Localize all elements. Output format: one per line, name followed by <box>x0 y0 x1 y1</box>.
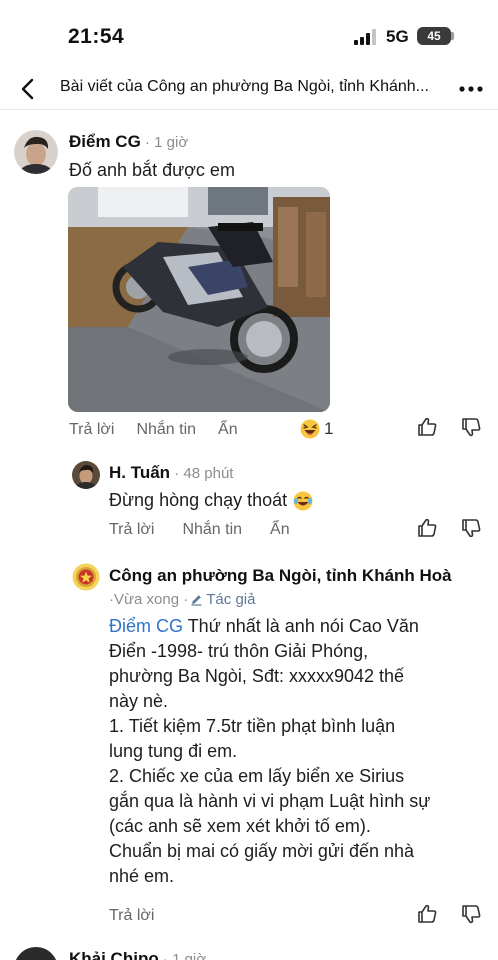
comment-author[interactable]: Điểm CG · 1 giờ <box>69 132 188 152</box>
comment-actions: Trả lời Nhắn tin Ẩn <box>69 421 238 439</box>
status-time: 21:54 <box>68 25 125 48</box>
comment-line: lung tung đi em. <box>109 741 238 761</box>
motorbike-photo <box>68 187 330 412</box>
user-photo <box>72 461 100 489</box>
comment-time: 1 giờ <box>154 134 189 151</box>
user-photo <box>14 130 58 174</box>
comment-author[interactable]: Công an phường Ba Ngòi, tỉnh Khánh Hoà <box>109 566 452 586</box>
dislike-icon[interactable] <box>460 517 482 539</box>
comment-actions: Trả lời <box>109 907 154 925</box>
comment-line: gắn qua là hành vi vi phạm Luật hình sự <box>109 791 431 811</box>
status-bar: 21:54 5G 45 <box>0 0 498 70</box>
comment-line: này nè. <box>109 691 169 711</box>
page-avatar[interactable] <box>72 563 100 591</box>
pencil-icon <box>191 595 202 606</box>
signal-icon <box>354 29 376 45</box>
hide-button[interactable]: Ẩn <box>270 521 290 539</box>
reply-button[interactable]: Trả lời <box>69 421 114 439</box>
meta-separator: · <box>158 951 173 960</box>
reaction-summary[interactable]: 1 <box>300 419 333 439</box>
reply-button[interactable]: Trả lời <box>109 521 154 539</box>
message-button[interactable]: Nhắn tin <box>136 421 196 439</box>
author-name[interactable]: Điểm CG <box>69 132 141 151</box>
police-emblem-icon <box>72 563 100 591</box>
like-icon[interactable] <box>416 416 438 438</box>
avatar[interactable] <box>72 461 100 489</box>
hide-button[interactable]: Ẩn <box>218 421 238 439</box>
comment-line: 1. Tiết kiệm 7.5tr tiền phạt bình luận <box>109 716 396 736</box>
comment-author[interactable]: H. Tuấn · 48 phút <box>109 463 233 483</box>
comment-time: Vừa xong <box>114 591 180 608</box>
meta-separator: · <box>170 465 184 482</box>
reply-button[interactable]: Trả lời <box>109 907 154 925</box>
comment-author[interactable]: Khải Chipo · 1 giờ <box>69 949 206 960</box>
comment-text: Đố anh bắt được em <box>69 160 235 180</box>
avatar[interactable] <box>14 130 58 174</box>
user-photo <box>14 947 58 960</box>
post-header: Bài viết của Công an phường Ba Ngòi, tỉn… <box>0 70 498 110</box>
comment-line: Điểm CG Thứ nhất là anh nói Cao Văn <box>109 614 430 639</box>
like-icon[interactable] <box>416 517 438 539</box>
comment-actions: Trả lời Nhắn tin Ẩn <box>109 521 290 539</box>
comment-line: (các anh sẽ xem xét khởi tố em). <box>109 816 371 836</box>
page-title: Bài viết của Công an phường Ba Ngòi, tỉn… <box>60 78 429 95</box>
avatar[interactable] <box>14 947 58 960</box>
battery-icon: 45 <box>417 27 451 45</box>
comment-text: Đừng hòng chạy thoát <box>109 490 288 510</box>
like-icon[interactable] <box>416 903 438 925</box>
author-name[interactable]: H. Tuấn <box>109 463 170 482</box>
comment-photo-motorbike[interactable] <box>68 187 330 412</box>
reaction-count: 1 <box>324 419 334 438</box>
battery-level: 45 <box>427 29 441 43</box>
comment-line: Chuẩn bị mai có giấy mời gửi đến nhà <box>109 841 415 861</box>
network-type: 5G <box>386 27 409 46</box>
more-horizontal-icon <box>459 86 483 92</box>
back-button[interactable] <box>10 74 44 104</box>
comment-time: 48 phút <box>183 465 234 482</box>
laughing-face-icon <box>300 419 320 439</box>
comment-line: Điển -1998- trú thôn Giải Phóng, <box>109 641 369 661</box>
more-options-button[interactable] <box>455 77 487 101</box>
comment-line-text: Thứ nhất là anh nói Cao Văn <box>183 616 419 636</box>
author-name[interactable]: Khải Chipo <box>69 949 159 960</box>
comment-line: nhé em. <box>109 866 175 886</box>
chevron-left-icon <box>21 78 34 100</box>
message-button[interactable]: Nhắn tin <box>182 521 242 539</box>
meta-separator: · <box>179 591 189 608</box>
comment-time: 1 giờ <box>172 951 207 960</box>
battery-nub <box>451 32 454 40</box>
author-tag[interactable]: Tác giả <box>206 591 255 608</box>
mention-link[interactable]: Điểm CG <box>109 616 183 636</box>
meta-separator: · <box>140 134 155 151</box>
comment-line: phường Ba Ngòi, Sđt: xxxxx9042 thế <box>109 666 405 686</box>
dislike-icon[interactable] <box>460 416 482 438</box>
laughing-tears-emoji-icon <box>293 491 313 510</box>
comment-text: Điểm CG Thứ nhất là anh nói Cao Văn Điển… <box>109 614 430 889</box>
comment-meta: · Vừa xong · Tác giả <box>109 591 255 608</box>
comment-line: 2. Chiếc xe của em lấy biển xe Sirius <box>109 766 405 786</box>
dislike-icon[interactable] <box>460 903 482 925</box>
comment-text-row: Đừng hòng chạy thoát <box>109 488 313 513</box>
